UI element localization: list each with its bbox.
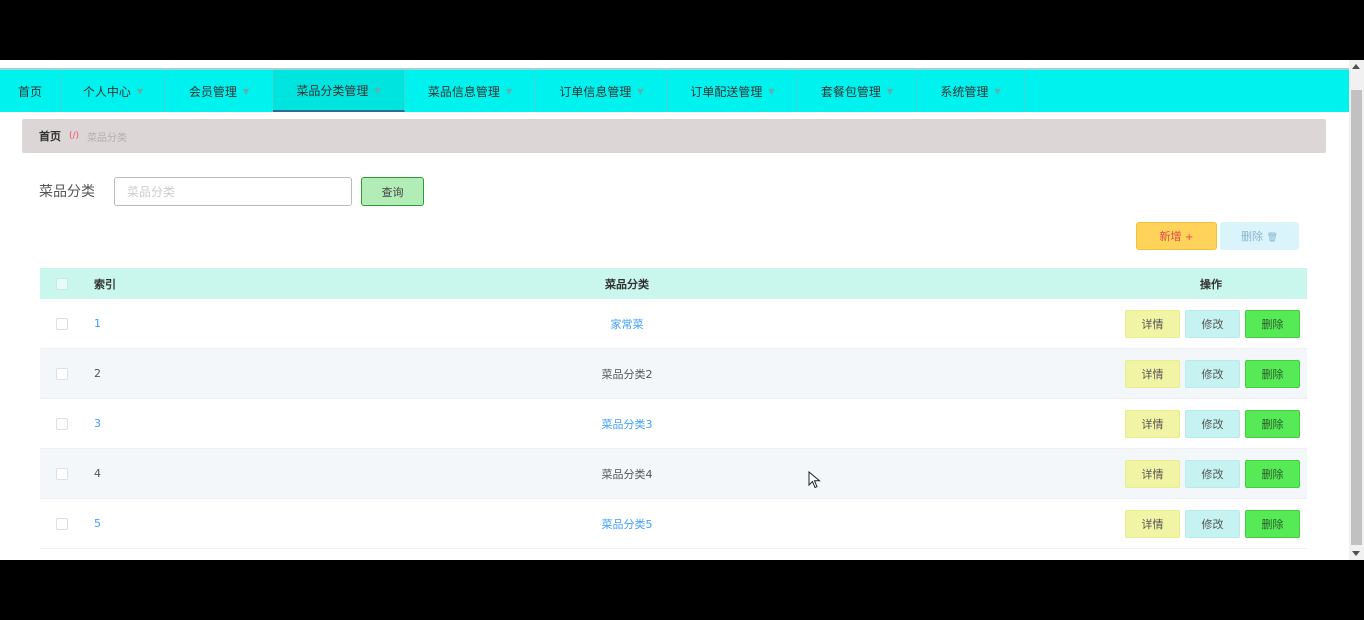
edit-button[interactable]: 修改 bbox=[1185, 459, 1240, 488]
search-input[interactable] bbox=[114, 177, 352, 206]
header-ops: 操作 bbox=[1200, 277, 1222, 291]
row-index: 2 bbox=[94, 367, 101, 380]
batch-delete-button[interactable]: 删除 🗑 bbox=[1220, 222, 1299, 250]
row-name: 家常菜 bbox=[610, 317, 644, 331]
table-row: 2 菜品分类2 详情 修改 删除 bbox=[40, 349, 1307, 399]
breadcrumb-current: 菜品分类 bbox=[87, 132, 128, 144]
chevron-down-icon: ▼ bbox=[374, 85, 381, 95]
row-checkbox[interactable] bbox=[56, 317, 68, 330]
nav-item-label: 订单信息管理 bbox=[559, 84, 632, 99]
table-header: 索引 菜品分类 操作 bbox=[40, 268, 1307, 299]
detail-button[interactable]: 详情 bbox=[1125, 309, 1180, 338]
detail-button[interactable]: 详情 bbox=[1125, 509, 1180, 538]
search-button[interactable]: 查询 bbox=[361, 177, 424, 206]
chevron-down-icon: ▼ bbox=[768, 86, 775, 96]
nav-item-system-manage[interactable]: 系统管理 ▼ bbox=[917, 70, 1025, 112]
scrollbar-thumb[interactable] bbox=[1351, 90, 1362, 545]
nav-item-label: 菜品信息管理 bbox=[427, 84, 500, 99]
nav-item-home[interactable]: 首页 bbox=[0, 70, 61, 112]
nav-item-order-manage[interactable]: 订单信息管理 ▼ bbox=[536, 70, 668, 112]
vertical-scrollbar[interactable] bbox=[1349, 60, 1364, 560]
chevron-down-icon: ▼ bbox=[505, 86, 513, 96]
trash-icon: 🗑 bbox=[1266, 233, 1278, 243]
mouse-cursor-icon bbox=[808, 471, 821, 489]
nav-item-label: 首页 bbox=[17, 84, 42, 99]
row-name: 菜品分类5 bbox=[601, 517, 653, 531]
row-checkbox[interactable] bbox=[56, 467, 68, 480]
scroll-down-icon[interactable] bbox=[1352, 551, 1360, 556]
header-name: 菜品分类 bbox=[605, 277, 649, 291]
row-name: 菜品分类3 bbox=[601, 417, 653, 431]
chevron-down-icon: ▼ bbox=[637, 86, 644, 96]
table-row: 5 菜品分类5 详情 修改 删除 bbox=[40, 499, 1307, 549]
breadcrumb-separator: (/) bbox=[69, 131, 80, 141]
delete-button[interactable]: 删除 bbox=[1245, 409, 1300, 438]
nav-item-label: 个人中心 bbox=[82, 84, 131, 99]
delete-button[interactable]: 删除 bbox=[1245, 359, 1300, 388]
delete-button[interactable]: 删除 bbox=[1245, 459, 1300, 488]
search-label: 菜品分类 bbox=[39, 184, 95, 200]
chevron-down-icon: ▼ bbox=[136, 86, 144, 96]
chevron-down-icon: ▼ bbox=[886, 86, 894, 96]
chevron-down-icon: ▼ bbox=[242, 86, 250, 96]
nav-item-category-manage[interactable]: 菜品分类管理 ▼ bbox=[273, 70, 405, 112]
row-checkbox[interactable] bbox=[56, 417, 68, 430]
chevron-down-icon: ▼ bbox=[994, 86, 1001, 96]
header-index: 索引 bbox=[94, 277, 116, 291]
delete-button[interactable]: 删除 bbox=[1245, 509, 1300, 538]
nav-item-delivery-manage[interactable]: 订单配送管理 ▼ bbox=[668, 70, 798, 112]
nav-item-package-manage[interactable]: 套餐包管理 ▼ bbox=[798, 70, 917, 112]
detail-button[interactable]: 详情 bbox=[1125, 409, 1180, 438]
table-row: 4 菜品分类4 详情 修改 删除 bbox=[40, 449, 1307, 499]
nav-item-label: 会员管理 bbox=[188, 84, 237, 99]
row-checkbox[interactable] bbox=[56, 517, 68, 530]
row-index: 4 bbox=[94, 467, 101, 480]
scroll-up-icon[interactable] bbox=[1352, 64, 1360, 69]
delete-button-label: 删除 bbox=[1241, 230, 1264, 243]
nav-item-label: 套餐包管理 bbox=[820, 84, 881, 99]
nav-item-member-manage[interactable]: 会员管理 ▼ bbox=[166, 70, 273, 112]
row-checkbox[interactable] bbox=[56, 367, 68, 380]
row-index: 1 bbox=[94, 317, 101, 330]
breadcrumb: 首页 (/) 菜品分类 bbox=[22, 119, 1326, 153]
row-index: 3 bbox=[94, 417, 101, 430]
select-all-checkbox[interactable] bbox=[56, 277, 68, 290]
edit-button[interactable]: 修改 bbox=[1185, 309, 1240, 338]
nav-item-personal-center[interactable]: 个人中心 ▼ bbox=[61, 70, 166, 112]
detail-button[interactable]: 详情 bbox=[1125, 359, 1180, 388]
category-table: 索引 菜品分类 操作 1 家常菜 详情 修改 删除 2 菜品分类2 详情 修改 … bbox=[40, 268, 1307, 549]
row-index: 5 bbox=[94, 517, 101, 530]
delete-button[interactable]: 删除 bbox=[1245, 309, 1300, 338]
edit-button[interactable]: 修改 bbox=[1185, 409, 1240, 438]
nav-item-dish-manage[interactable]: 菜品信息管理 ▼ bbox=[405, 70, 536, 112]
detail-button[interactable]: 详情 bbox=[1125, 459, 1180, 488]
add-button-label: 新增 bbox=[1159, 230, 1182, 243]
plus-icon: + bbox=[1185, 232, 1194, 243]
nav-item-label: 系统管理 bbox=[940, 84, 989, 99]
nav-item-label: 菜品分类管理 bbox=[296, 83, 369, 98]
add-button[interactable]: 新增 + bbox=[1136, 222, 1217, 250]
row-name: 菜品分类2 bbox=[601, 367, 653, 381]
breadcrumb-home[interactable]: 首页 bbox=[39, 128, 61, 144]
table-row: 1 家常菜 详情 修改 删除 bbox=[40, 299, 1307, 349]
table-row: 3 菜品分类3 详情 修改 删除 bbox=[40, 399, 1307, 449]
edit-button[interactable]: 修改 bbox=[1185, 359, 1240, 388]
row-name: 菜品分类4 bbox=[601, 467, 653, 481]
nav-item-label: 订单配送管理 bbox=[690, 84, 763, 99]
app-viewport: 首页 个人中心 ▼ 会员管理 ▼ 菜品分类管理 ▼ 菜品信息管理 ▼ 订单信息管理 ▼ 订… bbox=[0, 60, 1364, 560]
top-nav: 首页 个人中心 ▼ 会员管理 ▼ 菜品分类管理 ▼ 菜品信息管理 ▼ 订单信息管理 ▼ 订… bbox=[0, 68, 1349, 112]
edit-button[interactable]: 修改 bbox=[1185, 509, 1240, 538]
